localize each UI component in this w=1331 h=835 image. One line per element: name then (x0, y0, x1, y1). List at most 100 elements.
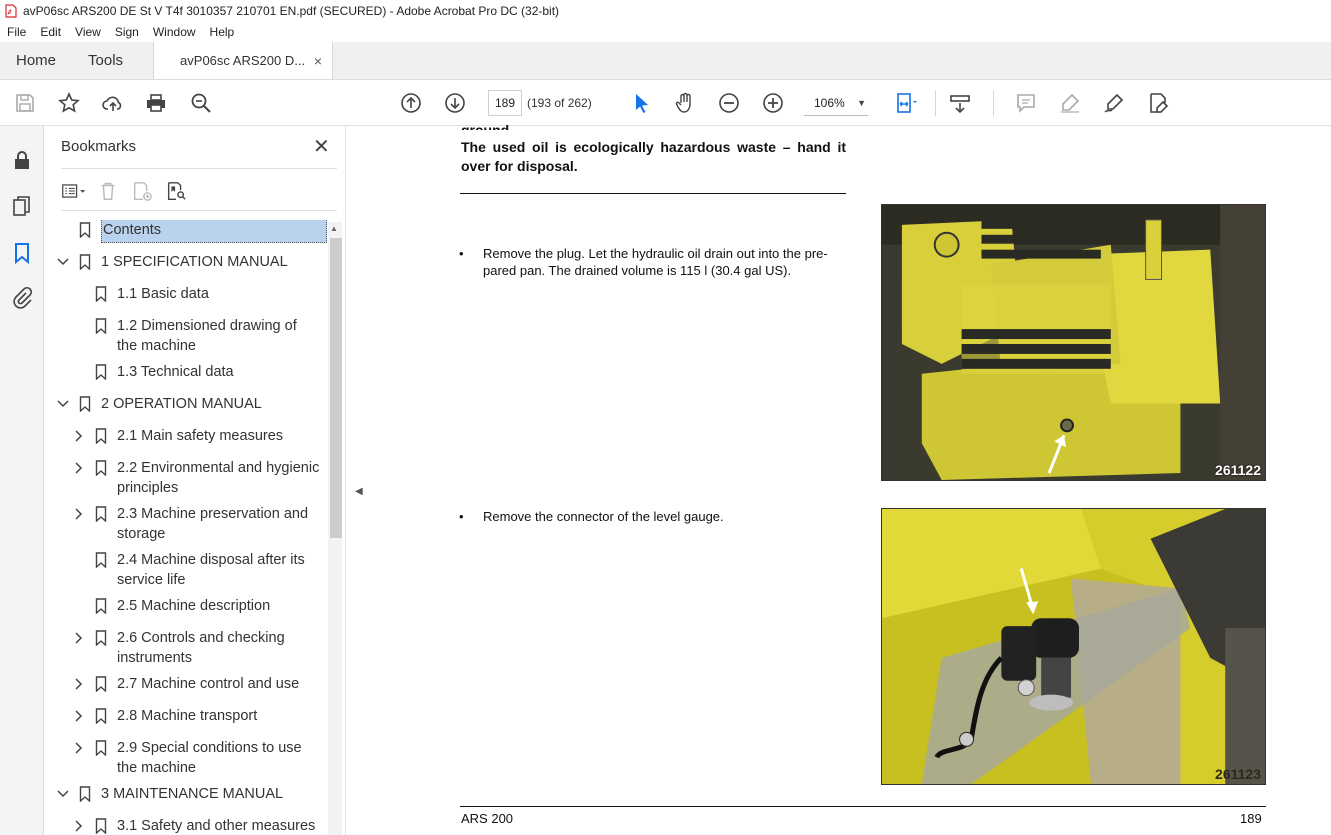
image-number: 261122 (1215, 462, 1261, 478)
bookmark-label: Contents (101, 220, 327, 243)
menu-file[interactable]: File (0, 25, 33, 39)
bookmark-icon (79, 222, 91, 239)
tab-close-icon[interactable]: × (314, 53, 322, 69)
page-number-input[interactable]: 189 (488, 90, 522, 116)
close-icon[interactable]: ✕ (313, 134, 330, 159)
bookmark-icon (95, 318, 107, 335)
bullet-mark: • (459, 246, 464, 261)
print-icon[interactable] (143, 90, 169, 116)
next-page-icon[interactable] (442, 90, 468, 116)
bookmark-label: 2.1 Main safety measures (117, 428, 284, 444)
bookmark-label: 2.4 Machine disposal after its service l… (117, 552, 305, 588)
chevron-down-icon[interactable] (57, 787, 69, 801)
tab-document[interactable]: avP06sc ARS200 D... × (153, 42, 334, 79)
menu-help[interactable]: Help (203, 25, 242, 39)
divider (61, 210, 337, 211)
zoom-value: 106% (814, 95, 845, 110)
bookmark-label: 1.3 Technical data (117, 364, 234, 380)
comment-icon[interactable] (1013, 90, 1039, 116)
bookmark-icon (79, 254, 91, 271)
toolbar-separator (935, 90, 936, 116)
footer-rule (460, 806, 1266, 807)
bookmark-icon (95, 460, 107, 477)
cloud-upload-icon[interactable] (100, 90, 126, 116)
zoom-out-icon[interactable] (716, 90, 742, 116)
bookmark-label: 2.6 Controls and checking instruments (117, 630, 285, 666)
chevron-right-icon[interactable] (73, 819, 85, 833)
bookmarks-scroll-thumb[interactable] (330, 238, 342, 538)
highlight-pen-icon[interactable] (1057, 90, 1083, 116)
bookmark-icon (95, 506, 107, 523)
title-bar: avP06sc ARS200 DE St V T4f 3010357 21070… (0, 0, 1331, 22)
bookmark-panel-icon[interactable] (10, 241, 34, 265)
chevron-down-icon[interactable] (57, 397, 69, 411)
page-count: (193 of 262) (527, 96, 592, 110)
chevron-right-icon[interactable] (73, 461, 85, 475)
chevron-right-icon[interactable] (73, 709, 85, 723)
step-text: Remove the connector of the level gauge. (483, 509, 724, 524)
pdf-file-icon (5, 4, 17, 18)
options-menu-icon[interactable] (61, 179, 87, 203)
lock-icon[interactable] (10, 148, 34, 172)
search-zoom-icon[interactable] (188, 90, 214, 116)
menu-edit[interactable]: Edit (33, 25, 68, 39)
bookmark-icon (95, 818, 107, 835)
left-rail (0, 126, 44, 835)
menu-bar: File Edit View Sign Window Help (0, 22, 1331, 42)
fill-sign-icon[interactable] (1145, 90, 1171, 116)
zoom-select[interactable]: 106% ▼ (804, 90, 868, 116)
bookmark-icon (95, 740, 107, 757)
tab-tools[interactable]: Tools (72, 42, 139, 79)
bookmark-icon (95, 630, 107, 647)
save-icon[interactable] (12, 90, 38, 116)
hand-tool-icon[interactable] (672, 90, 698, 116)
menu-view[interactable]: View (68, 25, 108, 39)
chevron-right-icon[interactable] (73, 429, 85, 443)
pages-icon[interactable] (10, 194, 34, 218)
menu-window[interactable]: Window (146, 25, 203, 39)
tab-home[interactable]: Home (0, 42, 72, 79)
bookmark-icon (95, 676, 107, 693)
delete-bookmark-icon[interactable] (95, 179, 121, 203)
scroll-mode-icon[interactable] (947, 90, 973, 116)
warning-text: The used oil is ecologically hazardous w… (461, 139, 846, 174)
bookmark-label: 1 SPECIFICATION MANUAL (101, 254, 288, 270)
chevron-down-icon[interactable] (57, 255, 69, 269)
zoom-in-icon[interactable] (760, 90, 786, 116)
bookmark-icon (79, 786, 91, 803)
window-title: avP06sc ARS200 DE St V T4f 3010357 21070… (23, 4, 560, 18)
sign-icon[interactable] (1101, 90, 1127, 116)
tab-bar: Home Tools avP06sc ARS200 D... × (0, 42, 1331, 80)
chevron-right-icon[interactable] (73, 677, 85, 691)
menu-sign[interactable]: Sign (108, 25, 146, 39)
bookmark-icon (95, 286, 107, 303)
chevron-right-icon[interactable] (73, 631, 85, 645)
scroll-up-arrow-icon[interactable]: ▲ (330, 224, 338, 233)
bookmark-label: 2.8 Machine transport (117, 708, 258, 724)
collapse-panel-icon[interactable]: ◀ (355, 486, 363, 497)
bookmark-label: 3.1 Safety and other measures (117, 818, 316, 834)
paperclip-icon[interactable] (10, 286, 34, 310)
bookmarks-panel: Bookmarks ✕ Contents 1 SPECIFICATION MANU… (45, 126, 345, 835)
bookmarks-title: Bookmarks (61, 138, 137, 155)
step-text: Remove the plug. Let the hydraulic oil d… (483, 246, 828, 278)
star-icon[interactable] (56, 90, 82, 116)
image-number: 261123 (1215, 766, 1261, 782)
chevron-right-icon[interactable] (73, 741, 85, 755)
fit-page-icon[interactable] (893, 90, 919, 116)
bookmark-label: 1.1 Basic data (117, 286, 209, 302)
bookmark-icon (95, 364, 107, 381)
tab-document-label: avP06sc ARS200 D... (180, 53, 306, 68)
bookmark-icon (95, 708, 107, 725)
select-cursor-icon[interactable] (628, 90, 654, 116)
separator-rule (460, 193, 846, 194)
bookmark-label: 2.2 Environmental and hygienic principle… (117, 460, 320, 496)
bookmark-icon (79, 396, 91, 413)
find-bookmark-icon[interactable] (163, 179, 189, 203)
bookmarks-toolbar (61, 178, 189, 204)
divider (61, 168, 337, 169)
chevron-right-icon[interactable] (73, 507, 85, 521)
photo-drain-plug: 261122 (881, 204, 1266, 481)
previous-page-icon[interactable] (398, 90, 424, 116)
new-bookmark-icon[interactable] (129, 179, 155, 203)
